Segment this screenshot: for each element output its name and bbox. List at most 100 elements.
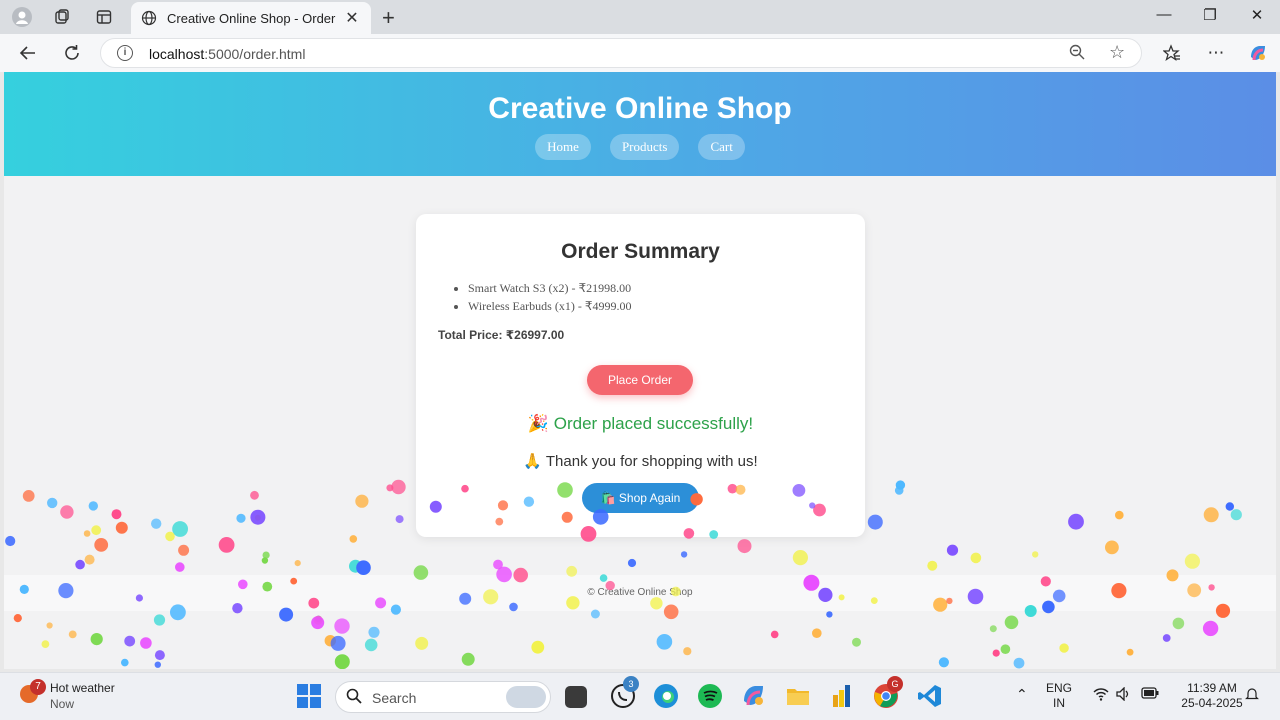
confetti-dot <box>294 560 301 567</box>
confetti-dot <box>46 622 53 629</box>
order-summary-card: Order Summary Smart Watch S3 (x2) - ₹219… <box>416 214 865 537</box>
footer-text: © Creative Online Shop <box>587 587 693 598</box>
volume-icon[interactable] <box>1116 686 1132 705</box>
nav-cart-link[interactable]: Cart <box>698 134 745 160</box>
confetti-dot <box>895 480 906 490</box>
order-summary-heading: Order Summary <box>561 240 720 263</box>
close-tab-icon[interactable]: ✕ <box>343 8 361 28</box>
vertical-tabs-icon[interactable] <box>93 6 115 28</box>
taskbar-search[interactable]: Search <box>335 681 551 713</box>
confetti-dot <box>938 657 950 668</box>
confetti-dot <box>178 544 190 556</box>
task-view-icon[interactable] <box>565 686 587 708</box>
power-bi-icon[interactable] <box>829 683 855 709</box>
active-tab[interactable]: Creative Online Shop - Order ✕ <box>131 2 371 34</box>
confetti-dot <box>324 635 336 647</box>
windows-start-icon[interactable] <box>296 683 322 709</box>
confetti-dot <box>1105 540 1119 555</box>
new-tab-icon[interactable]: + <box>382 5 395 31</box>
confetti-dot <box>1068 513 1084 530</box>
language-indicator[interactable]: ENG IN <box>1046 681 1072 711</box>
confetti-dot <box>992 649 1000 657</box>
confetti-dot <box>349 559 362 573</box>
info-icon[interactable]: i <box>117 45 133 61</box>
confetti-dot <box>1115 510 1124 520</box>
confetti-dot <box>386 484 394 492</box>
confetti-dot <box>927 560 938 571</box>
confetti-dot <box>970 552 982 564</box>
star-icon[interactable]: ☆ <box>1109 42 1125 63</box>
chevron-up-icon[interactable]: ⌃ <box>1016 687 1028 702</box>
confetti-dot <box>461 652 475 666</box>
zoom-out-icon[interactable] <box>1069 44 1085 64</box>
spotify-icon[interactable] <box>697 683 723 709</box>
workspaces-icon[interactable] <box>51 6 73 28</box>
reload-icon[interactable] <box>61 42 83 64</box>
nav-home-link[interactable]: Home <box>535 134 591 160</box>
weather-subtitle: Now <box>50 697 75 711</box>
confetti-dot <box>349 535 358 543</box>
notifications-icon[interactable] <box>1245 687 1259 705</box>
confetti-dot <box>531 640 545 654</box>
edge-browser-icon[interactable] <box>653 683 679 709</box>
wifi-icon[interactable] <box>1093 687 1109 705</box>
confetti-dot <box>47 497 58 509</box>
order-item: Smart Watch S3 (x2) - ₹21998.00 <box>468 281 631 296</box>
confetti-dot <box>5 535 16 547</box>
confetti-dot <box>60 505 74 519</box>
clock[interactable]: 11:39 AM 25-04-2025 <box>1180 681 1244 711</box>
confetti-dot <box>1013 657 1025 669</box>
tab-title: Creative Online Shop - Order <box>167 10 336 26</box>
order-item: Wireless Earbuds (x1) - ₹4999.00 <box>468 299 631 314</box>
url-host: localhost <box>149 46 205 62</box>
confetti-dot <box>311 616 325 630</box>
confetti-dot <box>852 637 861 647</box>
confetti-dot <box>261 557 269 564</box>
profile-icon[interactable] <box>11 6 33 28</box>
more-menu-icon[interactable]: ⋯ <box>1205 42 1227 64</box>
restore-icon[interactable]: ❐ <box>1198 6 1222 24</box>
shop-again-button[interactable]: 🛍️ Shop Again <box>582 483 699 513</box>
url-path: :5000/order.html <box>204 46 306 62</box>
vscode-icon[interactable] <box>917 683 943 709</box>
confetti-dot <box>493 559 503 570</box>
confetti-dot <box>90 633 103 646</box>
favorites-icon[interactable] <box>1161 42 1183 64</box>
arrow-left-icon[interactable] <box>17 42 39 64</box>
file-explorer-icon[interactable] <box>785 683 811 709</box>
chrome-profile-badge: G <box>887 676 903 692</box>
confetti-dot <box>334 654 350 669</box>
confetti-dot <box>88 501 99 511</box>
copilot-icon[interactable] <box>1247 42 1269 64</box>
confetti-dot <box>13 614 22 623</box>
confetti-dot <box>111 509 122 520</box>
nav-products-link[interactable]: Products <box>609 134 680 160</box>
confetti-dot <box>315 615 322 623</box>
battery-icon[interactable] <box>1141 687 1159 703</box>
confetti-dot <box>1059 643 1069 653</box>
confetti-dot <box>1032 551 1039 558</box>
confetti-dot <box>1004 615 1019 630</box>
confetti-dot <box>826 611 833 618</box>
language-line1: ENG <box>1046 681 1073 695</box>
copilot-app-icon[interactable] <box>741 683 767 709</box>
order-items-list: Smart Watch S3 (x2) - ₹21998.00 Wireless… <box>468 281 631 317</box>
window-close-icon[interactable]: ✕ <box>1245 6 1269 24</box>
confetti-dot <box>1225 502 1235 511</box>
confetti-dot <box>356 560 371 575</box>
confetti-dot <box>680 551 688 558</box>
place-order-button[interactable]: Place Order <box>587 365 693 395</box>
confetti-dot <box>172 521 189 537</box>
weather-title: Hot weather <box>50 681 115 695</box>
confetti-dot <box>91 525 102 536</box>
confetti-dot <box>334 618 350 634</box>
search-highlight-icon <box>506 686 546 708</box>
confetti-dot <box>254 514 261 521</box>
confetti-dot <box>22 490 35 502</box>
confetti-dot <box>154 650 165 661</box>
confetti-dot <box>84 554 95 565</box>
address-bar[interactable]: i localhost:5000/order.html ☆ <box>100 38 1142 68</box>
confetti-dot <box>415 636 429 650</box>
page-viewport: Creative Online Shop Home Products Cart … <box>4 72 1276 669</box>
minimize-icon[interactable]: — <box>1152 6 1176 23</box>
